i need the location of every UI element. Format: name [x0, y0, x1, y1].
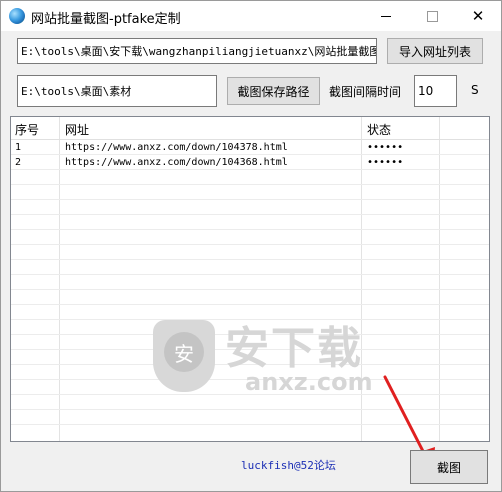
row-divider — [11, 214, 489, 215]
capture-button[interactable]: 截图 — [410, 450, 488, 484]
import-url-list-button[interactable]: 导入网址列表 — [387, 38, 483, 64]
save-path-button[interactable]: 截图保存路径 — [227, 77, 320, 105]
close-button[interactable]: ✕ — [455, 1, 501, 31]
minimize-icon — [381, 15, 391, 17]
row-url: https://www.anxz.com/down/104368.html — [65, 157, 288, 168]
watermark-text-cn: 安下载 — [225, 323, 363, 374]
row-index: 2 — [15, 157, 22, 168]
row-divider — [11, 244, 489, 245]
row-divider — [11, 154, 489, 155]
anxz-watermark: 安 安下载 anxz.com — [153, 312, 383, 412]
url-list-path-input[interactable]: E:\tools\桌面\安下载\wangzhanpiliangjietuanxz… — [17, 38, 377, 64]
app-globe-icon — [9, 8, 25, 24]
row-divider — [11, 229, 489, 230]
maximize-icon — [426, 10, 438, 22]
save-path-input[interactable]: E:\tools\桌面\素材 — [17, 75, 217, 107]
minimize-button[interactable] — [363, 1, 409, 31]
row-divider — [11, 169, 489, 170]
maximize-button[interactable] — [409, 1, 455, 31]
row-divider — [11, 184, 489, 185]
row-index: 1 — [15, 142, 22, 153]
watermark-text-en: anxz.com — [245, 368, 373, 396]
window-title: 网站批量截图-ptfake定制 — [31, 12, 181, 27]
column-divider — [59, 117, 60, 441]
main-window: 网站批量截图-ptfake定制 ✕ E:\tools\桌面\安下载\wangzh… — [0, 0, 502, 492]
row-url: https://www.anxz.com/down/104378.html — [65, 142, 288, 153]
row-divider — [11, 304, 489, 305]
interval-label: 截图间隔时间 — [329, 85, 402, 99]
row-divider — [11, 274, 489, 275]
header-divider — [11, 139, 489, 140]
row-status: •••••• — [367, 157, 404, 168]
header-index[interactable]: 序号 — [15, 121, 39, 138]
author-credit: luckfish@52论坛 — [241, 459, 336, 472]
row-status: •••••• — [367, 142, 404, 153]
row-divider — [11, 289, 489, 290]
interval-unit: S — [471, 83, 479, 97]
shield-icon: 安 — [153, 320, 215, 392]
shield-glyph: 安 — [164, 332, 204, 372]
row-divider — [11, 259, 489, 260]
header-status[interactable]: 状态 — [367, 121, 391, 138]
close-icon: ✕ — [471, 6, 485, 25]
row-divider — [11, 199, 489, 200]
interval-input[interactable]: 10 — [414, 75, 457, 107]
title-bar: 网站批量截图-ptfake定制 ✕ — [1, 1, 501, 31]
header-url[interactable]: 网址 — [65, 121, 89, 138]
